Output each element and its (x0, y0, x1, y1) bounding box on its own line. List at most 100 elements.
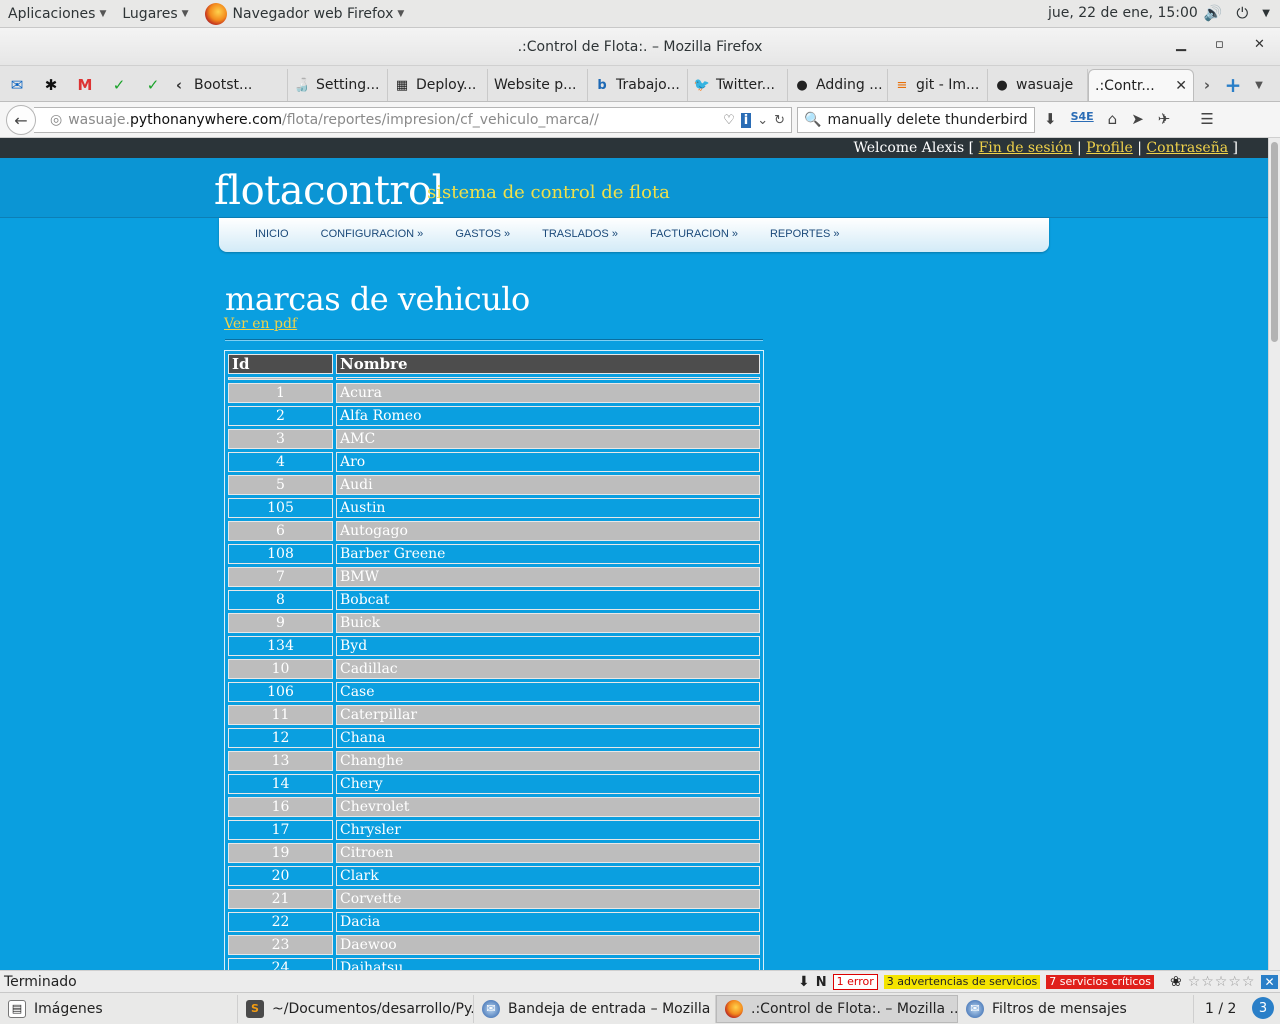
cell-name: Clark (336, 866, 760, 886)
profile-link[interactable]: Profile (1086, 140, 1133, 156)
maximize-icon[interactable]: ▫ (1215, 37, 1224, 52)
table-row: 13 Changhe (228, 751, 760, 771)
site-identity-icon[interactable]: ◎ (50, 112, 62, 128)
cell-name: Case (336, 682, 760, 702)
download-status-icon[interactable]: ⬇ (798, 974, 810, 990)
bottle-icon: 🍶 (293, 77, 311, 93)
menu-gastos[interactable]: GASTOS » (439, 218, 526, 252)
url-bar[interactable]: ◎ wasuaje.pythonanywhere.com/flota/repor… (34, 107, 792, 133)
page-scrollbar[interactable] (1268, 138, 1280, 970)
tab-settings[interactable]: 🍶 Setting... (288, 69, 388, 101)
outlook-pinned-tab-icon[interactable]: ✉ (0, 69, 34, 101)
scroll-tabs-right-icon[interactable]: › (1194, 69, 1220, 101)
tab-twitter[interactable]: 🐦 Twitter... (688, 69, 788, 101)
scroll-tabs-left-icon[interactable]: ‹ (170, 69, 188, 101)
reload-icon[interactable]: ↻ (774, 113, 785, 128)
home-icon[interactable]: ⌂ (1108, 110, 1118, 128)
firefox-icon (204, 2, 227, 25)
close-window-icon[interactable]: ✕ (1254, 37, 1265, 52)
send-icon[interactable]: ➤ (1131, 110, 1144, 128)
workspace-indicator[interactable]: 1 / 2 (1205, 1001, 1236, 1017)
github-icon: ● (796, 77, 808, 93)
system-tray[interactable]: 🔊 ⏻ ▼ (1204, 4, 1270, 24)
menu-traslados[interactable]: TRASLADOS » (526, 218, 634, 252)
cell-id: 13 (228, 751, 333, 771)
thunderbird-icon: ✉ (482, 999, 500, 1018)
new-tab-icon[interactable]: + (1220, 69, 1246, 101)
close-tab-icon[interactable]: ✕ (1175, 78, 1187, 94)
tab-website[interactable]: Website p... (488, 69, 588, 101)
search-bar[interactable]: 🔍 manually delete thunderbird (797, 107, 1035, 133)
password-link[interactable]: Contraseña (1146, 140, 1228, 156)
clock[interactable]: jue, 22 de ene, 15:00 (1048, 5, 1198, 21)
table-row: 106 Case (228, 682, 760, 702)
workspace-switcher-icon[interactable]: 3 (1252, 997, 1274, 1019)
extension-icon[interactable]: ✈ (1158, 110, 1171, 128)
tab-adding[interactable]: ● Adding ... (788, 69, 888, 101)
site-tagline: sistema de control de flota (427, 182, 670, 203)
table-header-row: Id Nombre (228, 354, 760, 374)
tab-git[interactable]: ≡ git - Im... (888, 69, 988, 101)
places-menu[interactable]: Lugares ▼ (114, 6, 196, 22)
download-icon[interactable]: ⬇ (1044, 110, 1057, 128)
extension-status-icon[interactable]: ✕ (1261, 975, 1278, 989)
tab-wasuaje[interactable]: ● wasuaje (988, 69, 1088, 101)
gmail-pinned-tab-icon[interactable]: M (68, 69, 102, 101)
menu-reportes[interactable]: REPORTES » (754, 218, 856, 252)
image-viewer-icon: ▤ (8, 999, 26, 1018)
task-images[interactable]: ▤ Imágenes (0, 994, 238, 1023)
table-row: 14 Chery (228, 774, 760, 794)
pinned-tab-check-icon[interactable]: ✓ (136, 69, 170, 101)
view-pdf-link[interactable]: Ver en pdf (224, 316, 297, 332)
site-logo[interactable]: flotacontrol (214, 168, 444, 214)
s4e-icon[interactable]: S4E (1071, 110, 1094, 128)
menu-inicio[interactable]: INICIO (239, 218, 305, 252)
tab-deploy[interactable]: ▦ Deploy... (388, 69, 488, 101)
cell-id: 105 (228, 498, 333, 518)
cell-name: Autogago (336, 521, 760, 541)
paw-icon[interactable]: ❀ (1170, 974, 1182, 990)
noscript-icon[interactable]: N (816, 975, 827, 990)
cell-id: 12 (228, 728, 333, 748)
scrollbar-thumb[interactable] (1271, 142, 1278, 342)
task-message-filters[interactable]: ✉ Filtros de mensajes (958, 994, 1194, 1023)
tab-control-flota[interactable]: .:Contr... ✕ (1088, 69, 1194, 101)
table-row: 22 Dacia (228, 912, 760, 932)
dropdown-icon[interactable]: ⌄ (757, 113, 768, 128)
applications-menu[interactable]: Aplicaciones ▼ (0, 6, 114, 22)
task-sublime[interactable]: S ~/Documentos/desarrollo/Py... (238, 994, 474, 1023)
cell-id: 16 (228, 797, 333, 817)
task-firefox-active[interactable]: .:Control de Flota:. – Mozilla ... (716, 994, 958, 1023)
caret-down-icon: ▼ (397, 8, 405, 19)
table-row: 6 Autogago (228, 521, 760, 541)
cell-id: 11 (228, 705, 333, 725)
tab-bootstrap[interactable]: Bootst... (188, 69, 288, 101)
pinned-tab-check-icon[interactable]: ✓ (102, 69, 136, 101)
pinned-tab-icon[interactable]: ✱ (34, 69, 68, 101)
menu-icon[interactable]: ☰ (1200, 110, 1213, 128)
back-button[interactable]: ← (6, 105, 36, 135)
menu-facturacion[interactable]: FACTURACION » (634, 218, 754, 252)
critical-badge[interactable]: 7 servicios críticos (1046, 975, 1154, 989)
rating-stars-icon[interactable]: ☆☆☆☆☆ (1188, 974, 1256, 990)
pocket-icon[interactable]: ♡ (723, 113, 735, 128)
active-app-menu[interactable]: Navegador web Firefox ▼ (197, 2, 413, 25)
column-header-name: Nombre (336, 354, 760, 374)
table-row: 134 Byd (228, 636, 760, 656)
cell-id: 9 (228, 613, 333, 633)
caret-down-icon[interactable]: ▼ (1262, 4, 1270, 24)
warnings-badge[interactable]: 3 advertencias de servicios (883, 975, 1041, 989)
search-input[interactable]: manually delete thunderbird (827, 112, 1027, 128)
task-thunderbird-inbox[interactable]: ✉ Bandeja de entrada – Mozilla ... (474, 994, 716, 1023)
logout-link[interactable]: Fin de sesión (979, 140, 1073, 156)
tab-trabajo[interactable]: b Trabajo... (588, 69, 688, 101)
table-row: 4 Aro (228, 452, 760, 472)
power-icon[interactable]: ⏻ (1236, 4, 1248, 24)
info-icon[interactable]: i (740, 112, 752, 128)
error-badge[interactable]: 1 error (832, 974, 878, 990)
list-tabs-icon[interactable]: ▼ (1246, 69, 1272, 101)
cell-id: 108 (228, 544, 333, 564)
menu-configuracion[interactable]: CONFIGURACION » (305, 218, 440, 252)
volume-icon[interactable]: 🔊 (1204, 4, 1223, 24)
minimize-icon[interactable]: ▁ (1176, 37, 1186, 52)
